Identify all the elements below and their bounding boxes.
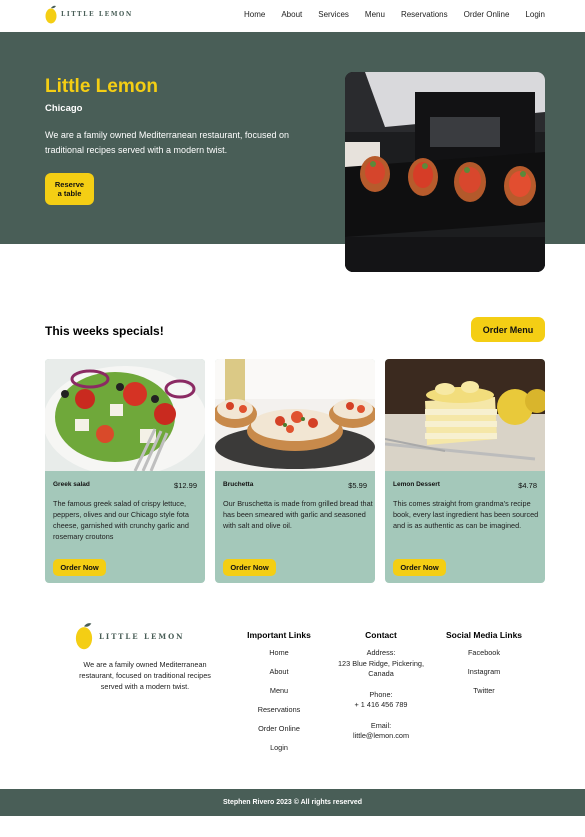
lemon-dessert-image	[385, 359, 545, 471]
hero-image	[345, 72, 545, 272]
chef-serving-bruschetta-image	[345, 72, 545, 272]
footer-logo[interactable]: LITTLE LEMON	[75, 622, 185, 650]
main-nav: Home About Services Menu Reservations Or…	[244, 10, 545, 19]
special-description: The famous greek salad of crispy lettuce…	[53, 499, 189, 541]
nav-login[interactable]: Login	[525, 10, 545, 19]
footer-about: We are a family owned Mediterranean rest…	[79, 660, 211, 691]
order-menu-button[interactable]: Order Menu	[471, 317, 545, 342]
address-line-2: Canada	[368, 669, 394, 678]
phone-label: Phone:	[369, 689, 393, 699]
phone-number: + 1 416 456 789	[354, 700, 408, 709]
special-price: $4.78	[518, 481, 537, 490]
special-description: This comes straight from grandma's recip…	[393, 499, 539, 530]
site-header: LITTLE LEMON Home About Services Menu Re…	[0, 0, 585, 32]
footer-contact: Contact Address: 123 Blue Ridge, Pickeri…	[330, 630, 432, 742]
social-link-instagram[interactable]: Instagram	[440, 667, 528, 686]
hero-description: We are a family owned Mediterranean rest…	[45, 130, 289, 155]
reserve-table-button[interactable]: Reserve a table	[45, 173, 94, 205]
email-address: little@lemon.com	[352, 731, 410, 740]
footer-social-links: Social Media Links Facebook Instagram Tw…	[440, 630, 528, 705]
order-now-button[interactable]: Order Now	[223, 559, 276, 576]
nav-services[interactable]: Services	[318, 10, 349, 19]
logo-text: LITTLE LEMON	[61, 11, 133, 18]
order-now-button[interactable]: Order Now	[393, 559, 446, 576]
special-name: Bruchetta	[223, 481, 254, 488]
footer-link-login[interactable]: Login	[240, 743, 318, 762]
footer-important-links: Important Links Home About Menu Reservat…	[240, 630, 318, 762]
special-card-lemon-dessert: Lemon Dessert $4.78 This comes straight …	[385, 359, 545, 583]
footer-link-menu[interactable]: Menu	[240, 686, 318, 705]
special-price: $12.99	[174, 481, 197, 490]
footer-logo-text: LITTLE LEMON	[99, 631, 185, 641]
footer-link-reservations[interactable]: Reservations	[240, 705, 318, 724]
reserve-button-label: Reserve a table	[54, 180, 85, 198]
address-label: Address:	[366, 648, 396, 657]
special-card-greek-salad: Greek salad $12.99 The famous greek sala…	[45, 359, 205, 583]
nav-order-online[interactable]: Order Online	[464, 10, 510, 19]
nav-home[interactable]: Home	[244, 10, 265, 19]
order-now-button[interactable]: Order Now	[53, 559, 106, 576]
copyright-bar: Stephen Rivero 2023 © All rights reserve…	[0, 789, 585, 816]
special-name: Greek salad	[53, 481, 90, 488]
special-description: Our Bruschetta is made from grilled brea…	[223, 499, 373, 530]
social-link-twitter[interactable]: Twitter	[440, 686, 528, 705]
hero-city: Chicago	[45, 103, 83, 114]
nav-about[interactable]: About	[281, 10, 302, 19]
logo[interactable]: LITTLE LEMON	[45, 5, 133, 24]
special-price: $5.99	[348, 481, 367, 490]
specials-title: This weeks specials!	[45, 324, 164, 338]
footer-link-order-online[interactable]: Order Online	[240, 724, 318, 743]
social-link-facebook[interactable]: Facebook	[440, 648, 528, 667]
copyright-text: Stephen Rivero 2023 © All rights reserve…	[222, 799, 363, 806]
greek-salad-image	[45, 359, 205, 476]
address-line-1: 123 Blue Ridge, Pickering,	[338, 658, 424, 668]
footer-social-title: Social Media Links	[445, 630, 523, 640]
footer-links-title: Important Links	[247, 630, 311, 640]
special-name: Lemon Dessert	[393, 481, 440, 488]
lemon-logo-icon	[75, 623, 93, 650]
nav-reservations[interactable]: Reservations	[401, 10, 448, 19]
footer-link-about[interactable]: About	[240, 667, 318, 686]
special-card-bruchetta: Bruchetta $5.99 Our Bruschetta is made f…	[215, 359, 375, 583]
lemon-logo-icon	[45, 5, 57, 24]
email-label: Email:	[370, 720, 392, 730]
footer-contact-title: Contact	[365, 630, 397, 640]
bruchetta-image	[215, 359, 375, 471]
hero-title: Little Lemon	[45, 76, 158, 97]
footer-link-home[interactable]: Home	[240, 648, 318, 667]
nav-menu[interactable]: Menu	[365, 10, 385, 19]
